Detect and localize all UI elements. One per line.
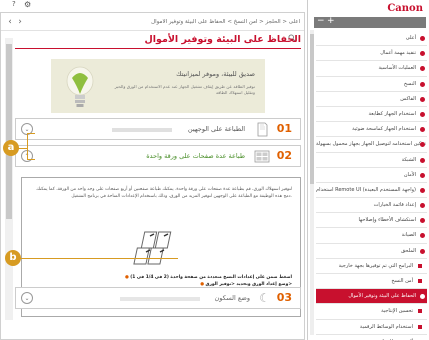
sidebar-item[interactable]: استخدام الجهاز كماسحة ضوئية [316, 122, 427, 138]
sidebar-item[interactable]: العمليات الأساسية [316, 61, 427, 77]
sidebar-toolbar: − + [314, 16, 426, 28]
sidebar-item[interactable]: إعداد قائمة الخيارات [316, 198, 427, 214]
step-item: ● اضغط ضمن على إعدادات النسخ متعددة من ص… [124, 275, 292, 280]
step-text: اضغط ضمن على إعدادات النسخ متعددة من صفح… [130, 275, 292, 280]
item-number: 02 [276, 149, 292, 162]
chevron-down-icon[interactable]: ⌄ [21, 292, 33, 304]
content-area: الحفاظ على البيئة وتوفير الأموال صديق لل… [15, 30, 301, 317]
item-number: 01 [276, 122, 292, 135]
callout-b-line [18, 258, 178, 259]
hero-banner: صديق للبيئة، وموفر لميزانيتك توفير الطاق… [51, 59, 265, 113]
moon-icon: ☾ [259, 291, 270, 305]
forward-button[interactable]: › [15, 17, 25, 27]
sidebar-item[interactable]: استخدام الوسائط الرقمية [316, 320, 427, 335]
blurred-text [120, 297, 200, 301]
sidebar-item[interactable]: الملحق [316, 244, 427, 259]
item-label: طباعة عدة صفحات على ورقة واحدة [146, 152, 245, 160]
page-title: الحفاظ على البيئة وتوفير الأموال [15, 30, 301, 49]
item-multi-page-printing[interactable]: 02 طباعة عدة صفحات على ورقة واحدة ⌃ [15, 145, 301, 167]
sidebar-item[interactable]: أمن النسخ [316, 274, 427, 290]
item-sleep-mode[interactable]: 03 ☾ وضع السكون ⌄ [15, 287, 301, 309]
callout-a: a [3, 140, 19, 156]
callout-a-line [27, 133, 28, 160]
item-label: الطباعة على الوجهين [187, 125, 245, 133]
sidebar-item[interactable]: استخدام Remote UI (واجهة المستخدم البعيد… [316, 183, 427, 199]
sidebar-item[interactable]: النسخ [316, 77, 427, 92]
breadcrumb[interactable]: أعلى < الحلجز < أمن النسخ > الحفاظ على ا… [25, 19, 300, 25]
content-scrollbar[interactable] [5, 38, 13, 320]
callout-a-line [27, 159, 35, 160]
n-up-pages-icon [133, 231, 172, 265]
sidebar: Canon − + أعلى تنفيذ مهمة أعمال العمليات ا… [307, 0, 429, 340]
sidebar-item[interactable]: تحسين الإنتاجية [316, 304, 427, 320]
sidebar-item[interactable]: أعلى [316, 31, 427, 47]
item-duplex-printing[interactable]: 01 الطباعة على الوجهين ⌄ [15, 118, 301, 140]
blurred-text [112, 128, 172, 132]
gear-icon[interactable]: ⚙ [24, 0, 31, 9]
sidebar-item[interactable]: تمكين استخدامه لتوصيل الجهاز بجهاز محمول… [316, 137, 427, 153]
sidebar-item[interactable]: الأمان [316, 168, 427, 183]
sidebar-item[interactable]: استكشاف الأخطاء وإصلاحها [316, 213, 427, 229]
lightbulb-icon [66, 66, 94, 107]
sidebar-item[interactable]: الفاكس [316, 92, 427, 107]
help-icon[interactable]: ? [12, 0, 16, 8]
sidebar-item[interactable]: الصيانة [316, 228, 427, 244]
canon-logo: Canon [387, 3, 423, 14]
banner-text: توفير الطاقة عن طريق إيقاف تشغيل الجهاز … [114, 84, 255, 95]
sidebar-item[interactable]: البرامج التي تم توفيرها بجهة خارجية [316, 259, 427, 274]
expand-button[interactable]: + [327, 16, 335, 26]
scrollbar-thumb[interactable] [6, 44, 12, 219]
sidebar-item[interactable]: تنفيذ مهمة أعمال [316, 46, 427, 62]
pages-grid-icon [254, 150, 270, 163]
callout-a-line [27, 133, 35, 134]
sidebar-item[interactable]: الشبكة [316, 153, 427, 168]
sidebar-scrollbar-thumb[interactable] [310, 34, 314, 184]
sidebar-item[interactable]: أكثر من ذلك بكثير [316, 335, 427, 340]
sidebar-item[interactable]: استخدام الجهاز كطابعة [316, 107, 427, 123]
back-button[interactable]: ‹ [5, 17, 15, 27]
sidebar-menu: أعلى تنفيذ مهمة أعمال العمليات الأساسية الن… [316, 31, 427, 340]
banner-heading: صديق للبيئة، وموفر لميزانيتك [176, 70, 255, 78]
nav-row: ‹ › أعلى < الحلجز < أمن النسخ > الحفاظ ع… [1, 13, 304, 31]
item-label: وضع السكون [214, 294, 251, 302]
collapse-button[interactable]: − [317, 16, 325, 26]
callout-b: b [5, 250, 21, 266]
item-number: 03 [276, 291, 292, 304]
sidebar-scrollbar[interactable] [310, 30, 314, 335]
detail-paragraph: لتوفير استهلاك الورق، قم بطباعة عدة صفحا… [36, 187, 292, 199]
document-icon [257, 122, 268, 137]
sidebar-item[interactable]: الحفاظ على البيئة وتوفير الأموال [316, 289, 427, 305]
